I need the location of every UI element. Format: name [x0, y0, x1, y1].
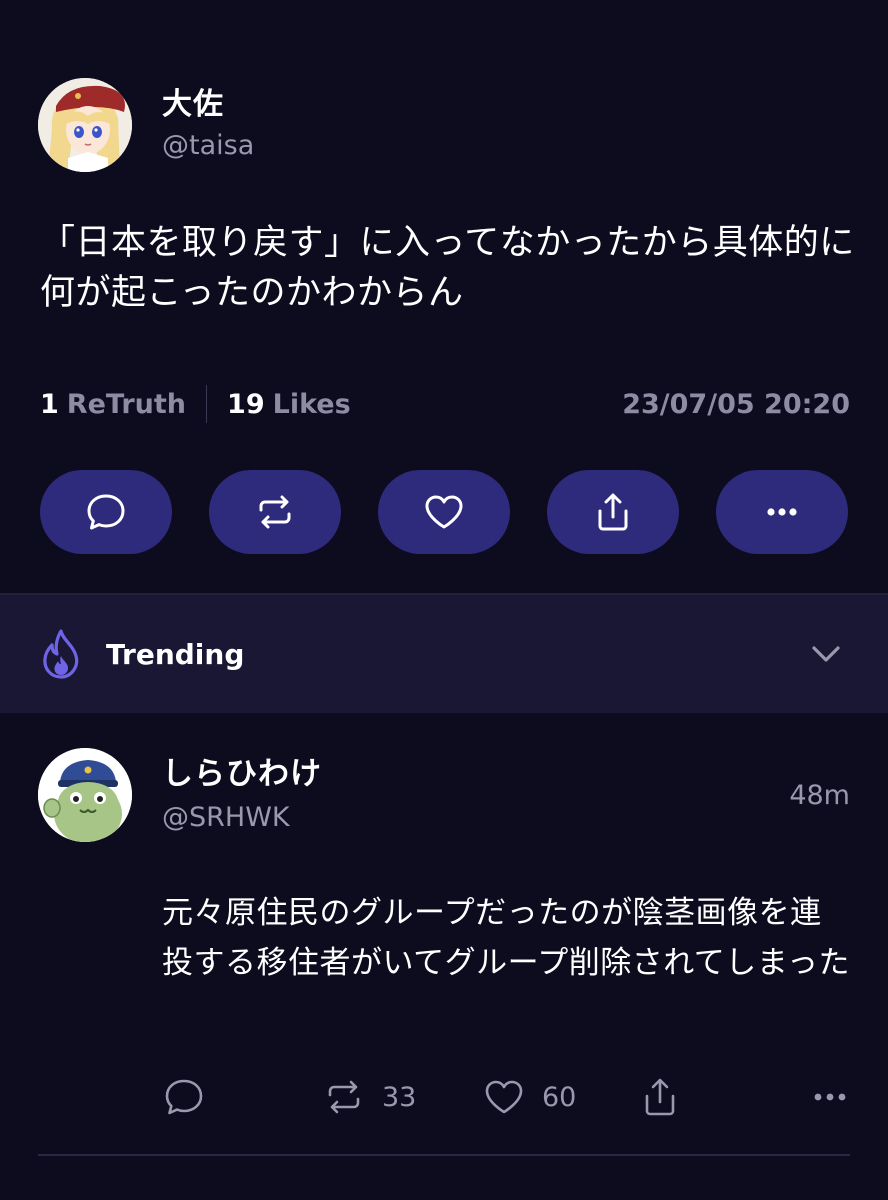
retruth-stat[interactable]: 1 ReTruth [40, 389, 186, 420]
author-handle[interactable]: @taisa [162, 128, 254, 164]
reply-more-button[interactable] [808, 1075, 852, 1119]
post-actions [40, 470, 848, 554]
like-button[interactable] [378, 470, 510, 554]
share-icon [645, 1078, 675, 1116]
flame-icon [43, 629, 79, 679]
reply-reply-button[interactable] [162, 1075, 322, 1119]
more-icon [767, 508, 797, 516]
trending-label: Trending [106, 637, 245, 671]
reply-share-button[interactable] [638, 1075, 718, 1119]
post-text: 「日本を取り戻す」に入ってなかったから具体的に何が起こったのかわからん [40, 223, 855, 313]
reply-button[interactable] [40, 470, 172, 554]
retruth-label: ReTruth [66, 388, 187, 420]
chevron-down-icon[interactable] [810, 638, 842, 670]
trending-bar[interactable]: Trending [0, 593, 888, 713]
retruth-icon [328, 1080, 360, 1114]
anime-girl-avatar-icon [38, 78, 132, 172]
reply-display-name[interactable]: しらひわけ [162, 754, 322, 794]
likes-label: Likes [272, 388, 351, 420]
retruth-icon [259, 495, 291, 529]
reply-retruth-count: 33 [382, 1081, 417, 1113]
more-icon [814, 1093, 846, 1101]
reply-text: 元々原住民のグループだったのが陰茎画像を連投する移住者がいてグループ削除されてし… [162, 895, 851, 981]
author-avatar[interactable] [38, 78, 132, 172]
share-icon [598, 493, 628, 531]
reply-time: 48m [789, 780, 850, 811]
more-button[interactable] [716, 470, 848, 554]
reply-names: しらひわけ @SRHWK [162, 754, 322, 836]
heart-icon [485, 1080, 523, 1114]
truth-social-page: 大佐 @taisa 「日本を取り戻す」に入ってなかったから具体的に何が起こったの… [0, 0, 888, 1200]
post-stats: 1 ReTruth 19 Likes 23/07/05 20:20 [40, 384, 850, 424]
retruth-count: 1 [40, 388, 59, 420]
likes-stat[interactable]: 19 Likes [227, 389, 351, 420]
stats-divider [206, 385, 208, 423]
post-author[interactable]: 大佐 @taisa [38, 78, 254, 172]
author-display-name[interactable]: 大佐 [162, 86, 254, 124]
bottom-divider [38, 1154, 850, 1156]
reply-retruth-button[interactable]: 33 [322, 1075, 482, 1119]
speech-bubble-icon [165, 1079, 203, 1115]
reply-like-button[interactable]: 60 [482, 1075, 638, 1119]
retruth-button[interactable] [209, 470, 341, 554]
reply-author[interactable]: しらひわけ @SRHWK [38, 748, 322, 842]
reply-actions: 33 60 [162, 1072, 852, 1122]
frog-mascot-avatar-icon [38, 748, 132, 842]
post-timestamp: 23/07/05 20:20 [622, 388, 850, 420]
reply-handle[interactable]: @SRHWK [162, 800, 322, 836]
share-button[interactable] [547, 470, 679, 554]
speech-bubble-icon [87, 494, 125, 530]
heart-icon [425, 495, 463, 529]
likes-count: 19 [227, 388, 265, 420]
reply-like-count: 60 [542, 1081, 577, 1113]
author-names: 大佐 @taisa [162, 86, 254, 164]
reply-avatar[interactable] [38, 748, 132, 842]
